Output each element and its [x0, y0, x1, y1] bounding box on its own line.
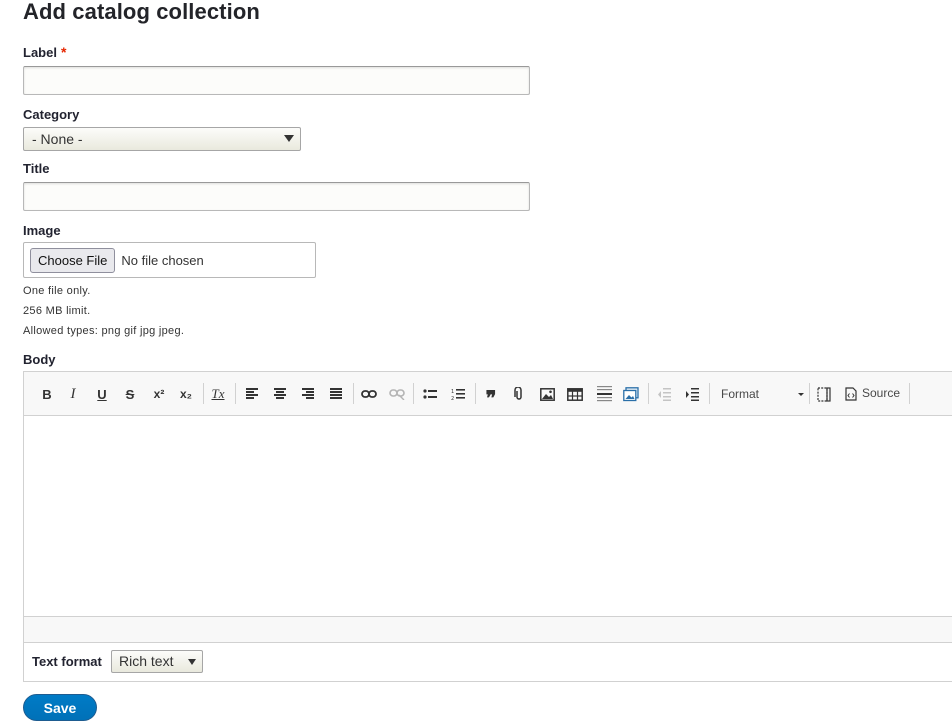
bulleted-list-icon[interactable]	[422, 385, 438, 403]
chevron-down-icon	[798, 393, 804, 396]
file-upload-widget: Choose File No file chosen	[23, 242, 316, 278]
bold-button[interactable]: B	[39, 385, 55, 403]
media-embed-icon[interactable]	[622, 385, 640, 403]
category-field-label: Category	[23, 107, 80, 122]
label-input[interactable]	[23, 66, 530, 95]
horizontal-rule-icon[interactable]	[595, 385, 613, 403]
chevron-down-icon	[188, 659, 196, 665]
text-format-selected: Rich text	[119, 653, 174, 669]
toolbar-separator	[353, 383, 354, 404]
page: Add catalog collection Label * Category -…	[0, 0, 952, 723]
unlink-icon[interactable]	[388, 385, 406, 403]
text-format-row: Text format Rich text	[24, 643, 952, 681]
text-format-label: Text format	[32, 654, 102, 669]
source-button-label[interactable]: Source	[862, 386, 900, 400]
image-description-count: One file only.	[23, 285, 91, 297]
remove-format-button[interactable]: Tx	[209, 385, 227, 403]
editor-status-bar	[24, 616, 952, 643]
toolbar-separator	[709, 383, 710, 404]
category-selected-value: - None -	[32, 131, 83, 147]
title-field-label: Title	[23, 161, 50, 176]
strikethrough-button[interactable]: S	[122, 385, 138, 403]
format-dropdown-label: Format	[721, 387, 760, 401]
outdent-icon[interactable]	[655, 385, 673, 403]
editor-content-area[interactable]	[24, 416, 952, 616]
show-blocks-icon[interactable]	[816, 385, 832, 403]
indent-icon[interactable]	[683, 385, 701, 403]
toolbar-separator	[413, 383, 414, 404]
file-status-text: No file chosen	[121, 252, 204, 268]
text-format-select[interactable]: Rich text	[111, 650, 203, 673]
align-left-icon[interactable]	[244, 385, 260, 403]
svg-text:2: 2	[451, 396, 454, 401]
italic-button[interactable]: I	[65, 385, 81, 403]
page-title: Add catalog collection	[23, 0, 260, 24]
subscript-button[interactable]: x₂	[177, 385, 195, 403]
toolbar-separator	[203, 383, 204, 404]
align-right-icon[interactable]	[300, 385, 316, 403]
align-center-icon[interactable]	[272, 385, 288, 403]
svg-text:1: 1	[451, 389, 454, 395]
table-icon[interactable]	[566, 385, 584, 403]
toolbar-separator	[475, 383, 476, 404]
body-field-label: Body	[23, 352, 56, 367]
image-description-types: Allowed types: png gif jpg jpeg.	[23, 325, 185, 337]
attachment-icon[interactable]	[511, 385, 527, 403]
chevron-down-icon	[284, 135, 294, 142]
source-icon[interactable]	[844, 385, 858, 403]
label-field-label-text: Label	[23, 45, 57, 60]
choose-file-button[interactable]: Choose File	[30, 247, 116, 273]
image-icon[interactable]	[538, 385, 556, 403]
save-button[interactable]: Save	[23, 694, 97, 721]
toolbar-separator	[809, 383, 810, 404]
format-dropdown[interactable]: Format	[714, 384, 806, 404]
link-icon[interactable]	[360, 385, 378, 403]
category-select[interactable]: - None -	[23, 127, 301, 151]
label-field-label: Label *	[23, 44, 66, 60]
superscript-button[interactable]: x²	[150, 385, 168, 403]
underline-button[interactable]: U	[94, 385, 110, 403]
blockquote-icon[interactable]: ❞	[482, 385, 500, 410]
align-justify-icon[interactable]	[328, 385, 344, 403]
image-description-size: 256 MB limit.	[23, 305, 91, 317]
toolbar-separator	[235, 383, 236, 404]
required-marker: *	[60, 44, 67, 60]
editor-toolbar: B I U S x² x₂ Tx 1 2 ❞ Format Source	[24, 372, 952, 416]
toolbar-separator	[648, 383, 649, 404]
rich-text-editor: B I U S x² x₂ Tx 1 2 ❞ Format Source Tex…	[23, 371, 952, 682]
numbered-list-icon[interactable]: 12	[450, 385, 466, 403]
toolbar-separator	[909, 383, 910, 404]
image-field-label: Image	[23, 223, 61, 238]
title-input[interactable]	[23, 182, 530, 211]
